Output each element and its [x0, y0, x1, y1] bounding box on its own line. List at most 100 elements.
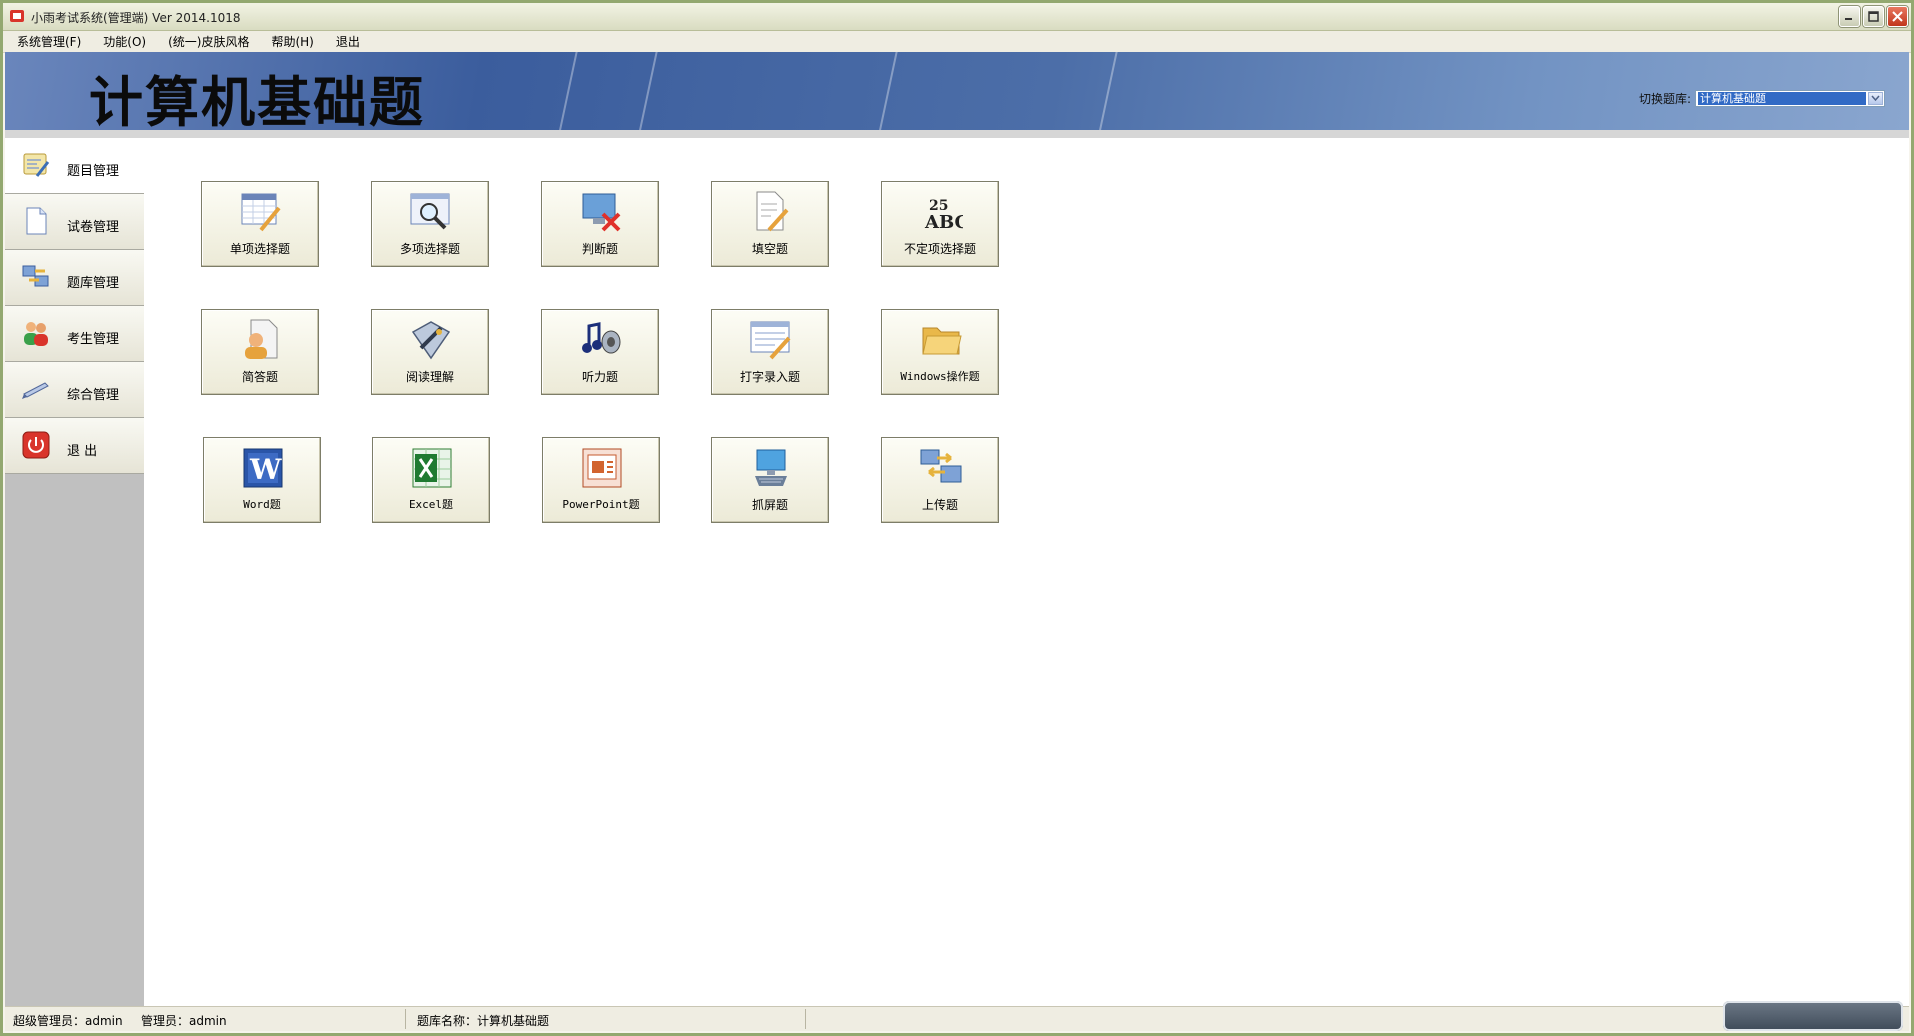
sidebar-item-label: 题库管理: [67, 276, 120, 291]
menu-bar: 系统管理(F) 功能(O) (统一)皮肤风格 帮助(H) 退出: [3, 31, 1911, 53]
banner-streak: [550, 52, 582, 130]
tile-label: 多项选择题: [399, 242, 460, 256]
main-panel: 单项选择题 多项选择题 判断题 填空题 25 ABC 不定项选择题 简答题 阅读…: [144, 138, 1909, 1006]
true-false-button[interactable]: 判断题: [541, 181, 659, 267]
sidebar-item-label: 题目管理: [67, 164, 120, 179]
close-icon: [1892, 11, 1903, 22]
question-edit-icon: [23, 153, 50, 177]
person-document-icon: [245, 319, 278, 359]
excel-icon: [412, 448, 452, 488]
maximize-icon: [1868, 11, 1879, 22]
sidebar-item-label: 综合管理: [67, 388, 120, 403]
tile-label: 听力题: [581, 370, 618, 384]
excel-button[interactable]: Excel题: [372, 437, 490, 523]
tile-label: 不定项选择题: [903, 242, 976, 256]
word-icon: W: [243, 448, 283, 488]
status-bar: 超级管理员：admin 管理员：admin 题库名称：计算机基础题: [5, 1006, 1909, 1031]
status-super-admin: 超级管理员：admin: [13, 1014, 123, 1028]
menu-exit[interactable]: 退出: [336, 33, 360, 50]
form-pencil-icon: [750, 321, 791, 360]
sidebar-item-label: 试卷管理: [67, 220, 120, 235]
switch-bank-value: 计算机基础题: [1698, 92, 1866, 105]
window-controls: [1839, 6, 1908, 27]
powerpoint-icon: [582, 448, 622, 488]
tile-label: 上传题: [921, 498, 958, 512]
power-icon: [22, 431, 50, 459]
short-answer-button[interactable]: 简答题: [201, 309, 319, 395]
screen-capture-button[interactable]: 抓屏题: [711, 437, 829, 523]
table-pencil-icon: [241, 193, 281, 232]
single-choice-button[interactable]: 单项选择题: [201, 181, 319, 267]
status-separator: [405, 1009, 406, 1029]
dropdown-arrow[interactable]: [1868, 92, 1883, 105]
menu-function[interactable]: 功能(O): [103, 33, 146, 50]
tile-label: 填空题: [751, 242, 788, 256]
banner-divider: [5, 130, 1909, 138]
chevron-down-icon: [1871, 95, 1880, 102]
sidebar-item-label: 退 出: [67, 444, 98, 459]
close-button[interactable]: [1887, 6, 1908, 27]
windows-operation-button[interactable]: Windows操作题: [881, 309, 999, 395]
menu-help[interactable]: 帮助(H): [271, 33, 313, 50]
indefinite-choice-button[interactable]: 25 ABC 不定项选择题: [881, 181, 999, 267]
tile-label: Excel题: [408, 498, 454, 511]
listening-button[interactable]: 听力题: [541, 309, 659, 395]
tile-label: 判断题: [581, 242, 618, 256]
upload-button[interactable]: 上传题: [881, 437, 999, 523]
tile-label: 简答题: [241, 370, 278, 384]
screen-capture-icon: [755, 449, 787, 486]
users-icon: [24, 322, 48, 346]
minimize-button[interactable]: [1839, 6, 1860, 27]
banner-title: 计算机基础题: [89, 70, 425, 130]
upload-icon: [920, 449, 962, 483]
fill-blank-button[interactable]: 填空题: [711, 181, 829, 267]
sidebar-item-questions[interactable]: 题目管理: [5, 138, 144, 194]
sidebar-item-exit[interactable]: 退 出: [5, 418, 144, 474]
word-button[interactable]: W Word题: [203, 437, 321, 523]
tile-label: PowerPoint题: [562, 498, 640, 511]
banner: 计算机基础题 切换题库: 计算机基础题: [5, 52, 1909, 130]
page-pencil-icon: [756, 191, 789, 232]
banner-streak: [1090, 52, 1122, 130]
sidebar-item-banks[interactable]: 题库管理: [5, 250, 144, 306]
banner-streak: [630, 52, 662, 130]
tile-label: Windows操作题: [900, 370, 980, 383]
window-title: 小雨考试系统(管理端) Ver 2014.1018: [31, 11, 241, 25]
app-icon: [10, 10, 24, 22]
tile-label: 阅读理解: [405, 370, 454, 384]
menu-skin[interactable]: (统一)皮肤风格: [168, 33, 249, 50]
tile-label: 抓屏题: [751, 498, 788, 512]
sidebar-item-label: 考生管理: [67, 332, 120, 347]
maximize-button[interactable]: [1863, 6, 1884, 27]
multiple-choice-button[interactable]: 多项选择题: [371, 181, 489, 267]
switch-bank-label: 切换题库:: [1638, 92, 1691, 106]
database-transfer-icon: [22, 265, 49, 287]
menu-system[interactable]: 系统管理(F): [17, 33, 81, 50]
pen-icon: [22, 382, 49, 399]
title-bar[interactable]: 小雨考试系统(管理端) Ver 2014.1018: [3, 3, 1911, 31]
app-window: 小雨考试系统(管理端) Ver 2014.1018 系统管理(F) 功能(O) …: [0, 0, 1914, 1036]
status-bank-name: 题库名称：计算机基础题: [417, 1014, 550, 1028]
folder-icon: [922, 327, 962, 355]
banner-streak: [870, 52, 902, 130]
minimize-icon: [1845, 18, 1852, 20]
tile-label: 打字录入题: [739, 370, 800, 384]
tile-label: Word题: [243, 498, 281, 511]
switch-bank-select[interactable]: 计算机基础题: [1695, 90, 1885, 107]
abc-icon: 25 ABC: [924, 198, 963, 233]
status-admin: 管理员：admin: [141, 1014, 227, 1028]
book-pen-icon: [411, 321, 451, 360]
sidebar-item-general[interactable]: 综合管理: [5, 362, 144, 418]
reading-comprehension-button[interactable]: 阅读理解: [371, 309, 489, 395]
status-separator: [805, 1009, 806, 1029]
sidebar-item-students[interactable]: 考生管理: [5, 306, 144, 362]
typing-button[interactable]: 打字录入题: [711, 309, 829, 395]
monitor-x-icon: [582, 193, 621, 232]
document-icon: [26, 207, 47, 235]
music-speaker-icon: [582, 322, 621, 354]
sidebar: 题目管理 试卷管理 题库管理 考生管理 综合管理 退 出: [5, 138, 144, 1006]
window-magnifier-icon: [410, 193, 450, 230]
powerpoint-button[interactable]: PowerPoint题: [542, 437, 660, 523]
svg-text:W: W: [249, 453, 282, 486]
sidebar-item-papers[interactable]: 试卷管理: [5, 194, 144, 250]
